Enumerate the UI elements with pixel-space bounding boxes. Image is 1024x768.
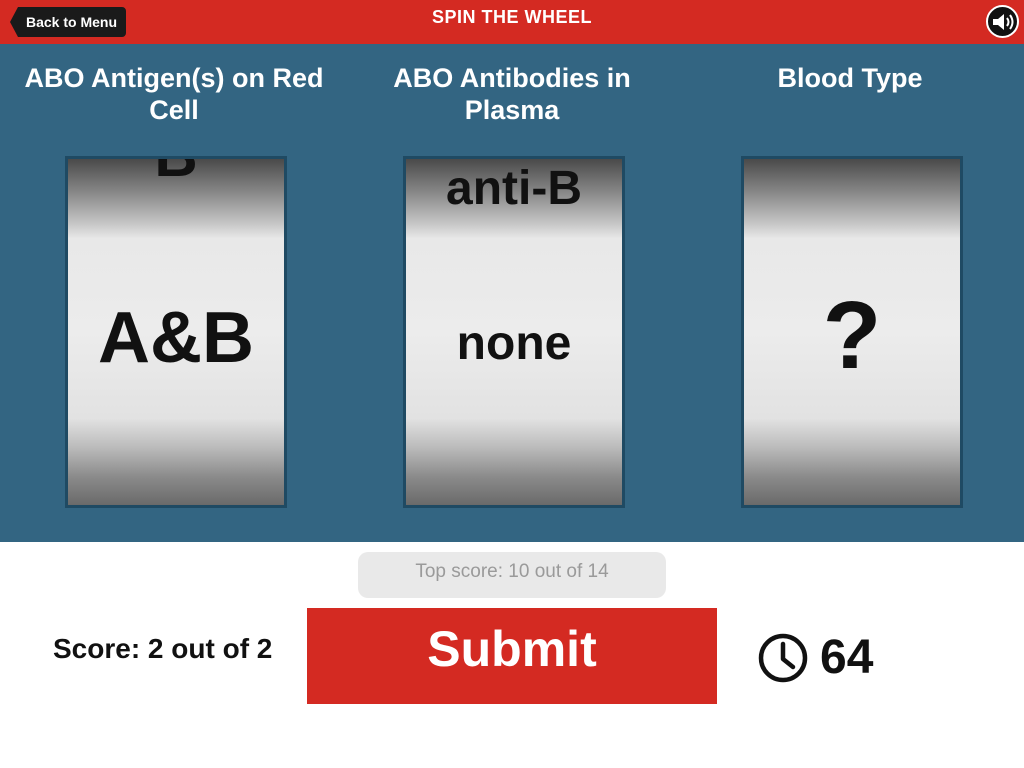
clock-icon: [758, 633, 808, 683]
submit-button[interactable]: Submit: [307, 608, 717, 704]
reel-antigens-above-value: B: [68, 159, 284, 190]
score-label: Score: 2 out of 2: [53, 633, 273, 664]
column-heading-blood-type: Blood Type: [777, 63, 923, 93]
column-heading-antibodies: ABO Antibodies in Plasma: [393, 63, 631, 125]
column-heading-antigens: ABO Antigen(s) on Red Cell: [24, 63, 324, 125]
page-title: SPIN THE WHEEL: [431, 7, 592, 27]
reel-antigens[interactable]: B A&B: [65, 156, 287, 508]
top-score-badge: Top score: 10 out of 14: [358, 552, 666, 598]
reel-antibodies-above-value: anti-B: [446, 162, 582, 215]
reel-antigens-value: A&B: [98, 298, 254, 378]
reel-antibodies[interactable]: anti-B none: [403, 156, 625, 508]
reel-blood-type-value: ?: [822, 282, 882, 389]
timer-value: 64: [820, 631, 874, 684]
sound-toggle-button[interactable]: [986, 5, 1019, 38]
speaker-icon: [993, 14, 1014, 30]
reel-antibodies-value: none: [456, 317, 572, 370]
top-bar: Back to Menu SPIN THE WHEEL: [0, 0, 1024, 44]
reel-stage: ABO Antigen(s) on Red Cell ABO Antibodie…: [0, 44, 1024, 542]
reel-blood-type[interactable]: ?: [741, 156, 963, 508]
